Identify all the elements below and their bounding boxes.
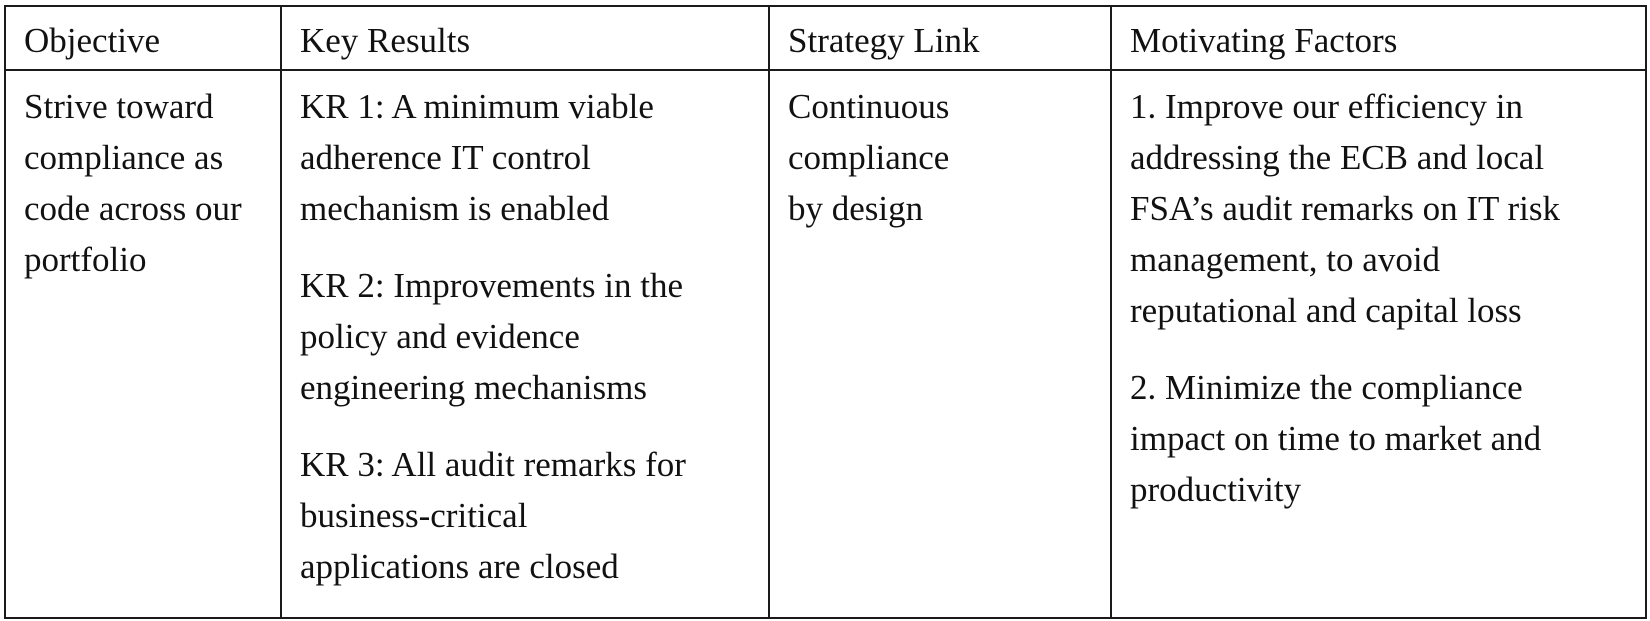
motivating-factor-1: 1. Improve our efficiency in addressing … [1130, 87, 1561, 330]
key-result-1: KR 1: A minimum viable adherence IT cont… [300, 87, 654, 228]
header-objective: Objective [4, 5, 282, 71]
header-row: Objective Key Results Strategy Link Moti… [4, 5, 1647, 71]
motivating-factor-2: 2. Minimize the compliance impact on tim… [1130, 368, 1542, 509]
okr-table: Objective Key Results Strategy Link Moti… [4, 5, 1647, 619]
key-result-2: KR 2: Improvements in the policy and evi… [300, 266, 684, 407]
cell-key-results: KR 1: A minimum viable adherence IT cont… [280, 69, 770, 619]
key-result-3: KR 3: All audit remarks for business-cri… [300, 445, 686, 586]
table-row: Strive toward compliance as code across … [4, 69, 1647, 619]
header-key-results: Key Results [280, 5, 770, 71]
strategy-link-text: Continuous compliance by design [788, 87, 950, 228]
cell-strategy-link: Continuous compliance by design [768, 69, 1112, 619]
cell-objective: Strive toward compliance as code across … [4, 69, 282, 619]
header-strategy-link: Strategy Link [768, 5, 1112, 71]
cell-motivating-factors: 1. Improve our efficiency in addressing … [1110, 69, 1647, 619]
objective-text: Strive toward compliance as code across … [24, 87, 242, 279]
header-motivating-factors: Motivating Factors [1110, 5, 1647, 71]
